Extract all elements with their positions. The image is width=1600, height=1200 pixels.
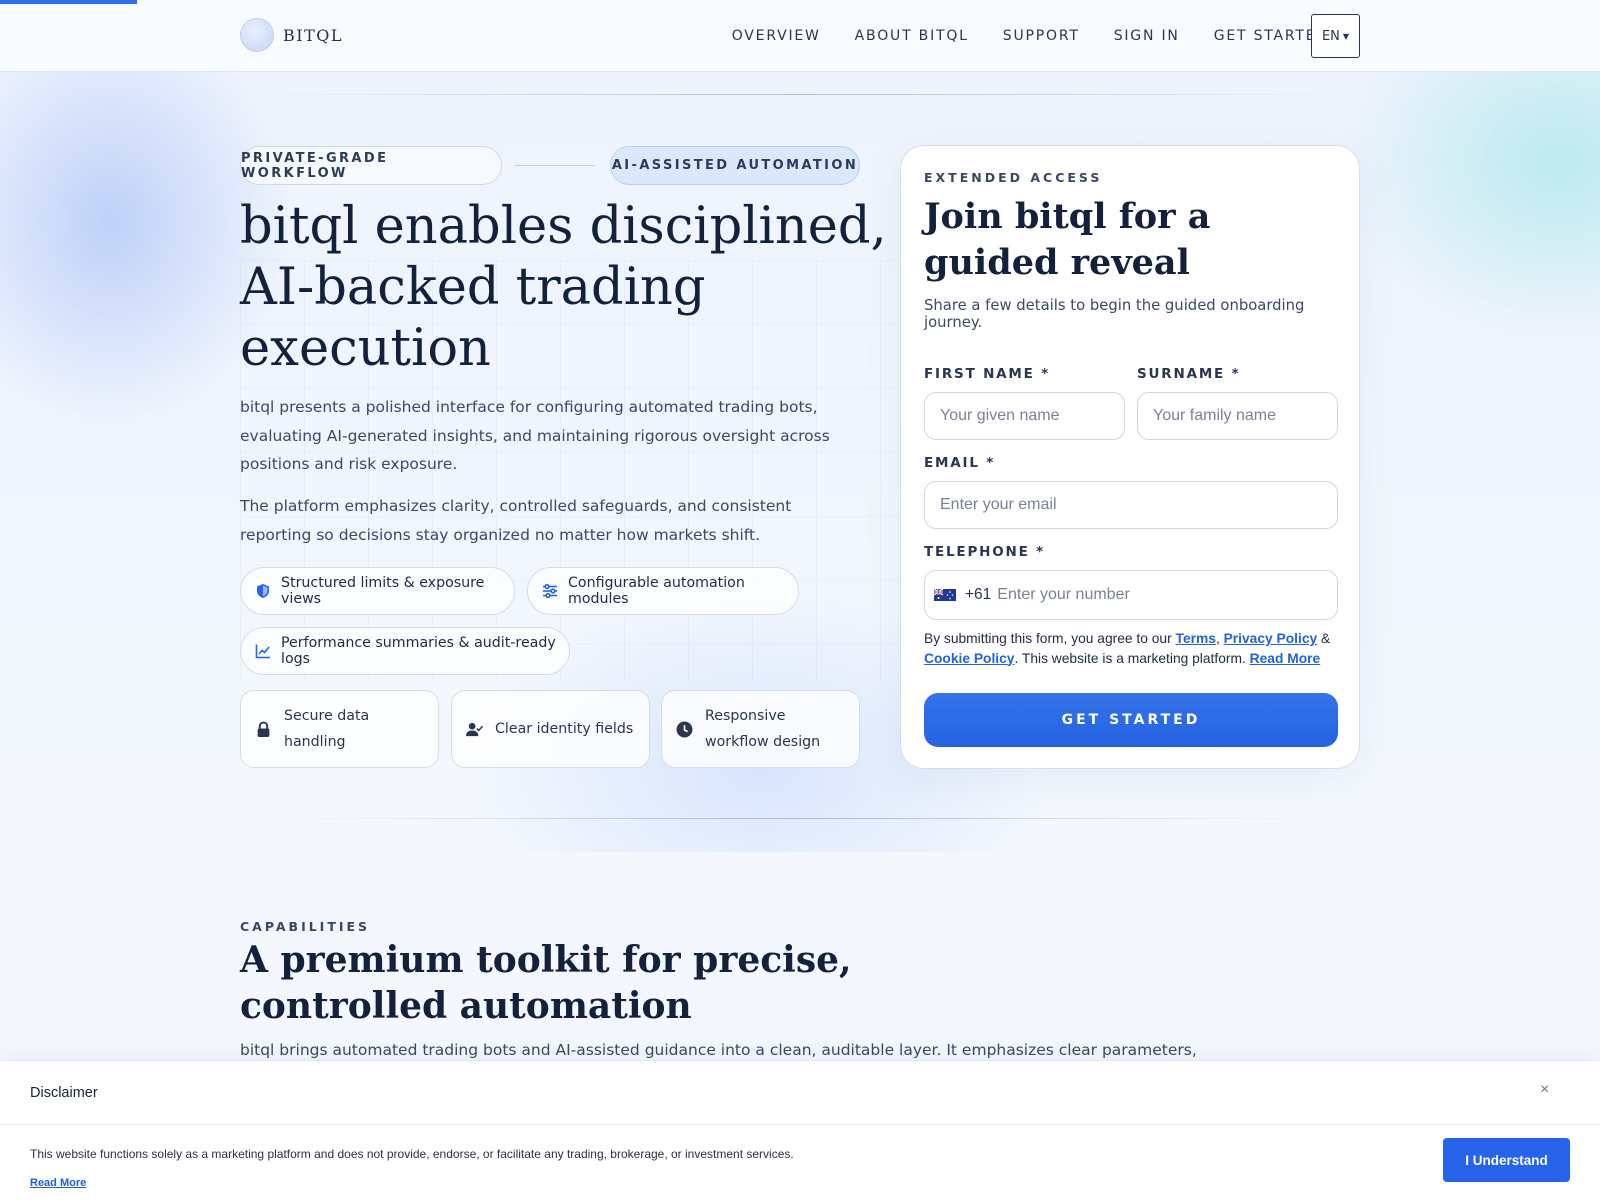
chip-automation-modules: Configurable automation modules [527, 567, 799, 615]
language-selector[interactable]: EN ▼ [1311, 14, 1360, 58]
capabilities-paragraph: bitql brings automated trading bots and … [240, 1041, 1197, 1059]
pill-private-grade: PRIVATE-GRADE WORKFLOW [240, 146, 502, 185]
clock-icon [676, 721, 693, 737]
close-icon[interactable]: × [1540, 1081, 1549, 1099]
top-divider [240, 94, 1360, 95]
chip-structured-limits: Structured limits & exposure views [240, 567, 515, 615]
card-title: Join bitql for a guided reveal [924, 196, 1211, 283]
chart-line-icon [255, 644, 270, 659]
feature-label: Responsive workflow design [705, 708, 821, 750]
disclaimer-text: This website functions solely as a marke… [30, 1147, 794, 1161]
caret-down-icon: ▼ [1342, 31, 1350, 41]
hero-paragraph-2: The platform emphasizes clarity, control… [240, 497, 792, 544]
capabilities-title: A premium toolkit for precise, controlle… [240, 939, 852, 1027]
legal-suffix: . This website is a marketing platform. [1014, 650, 1246, 666]
signup-card: EXTENDED ACCESS Join bitql for a guided … [900, 145, 1360, 769]
surname-input[interactable] [1137, 392, 1338, 440]
legal-prefix: By submitting this form, you agree to ou… [924, 631, 1172, 646]
terms-link[interactable]: Terms [1176, 631, 1216, 646]
brand-logo[interactable]: BITQL [240, 18, 343, 52]
main-nav: OVERVIEW ABOUT BITQL SUPPORT SIGN IN GET… [698, 14, 1329, 58]
chip-label: Performance summaries & audit-ready logs [281, 635, 556, 667]
telephone-field: +61 [924, 570, 1338, 620]
user-check-icon [466, 722, 483, 736]
disclaimer-banner: Disclaimer × This website functions sole… [0, 1060, 1600, 1200]
scroll-progress-bar [0, 0, 137, 4]
feature-secure-data: Secure data handling [240, 690, 439, 768]
lock-icon [257, 721, 270, 737]
chip-label: Structured limits & exposure views [281, 575, 485, 607]
chip-performance-summaries: Performance summaries & audit-ready logs [240, 627, 570, 675]
first-name-input[interactable] [924, 392, 1125, 440]
privacy-policy-link[interactable]: Privacy Policy [1224, 631, 1318, 646]
section-divider [270, 818, 1330, 819]
language-code: EN [1321, 28, 1340, 44]
hero-paragraph-1: bitql presents a polished interface for … [240, 398, 830, 473]
telephone-input[interactable] [997, 586, 1298, 604]
disclaimer-title: Disclaimer [30, 1085, 98, 1101]
dial-code[interactable]: +61 [965, 586, 991, 604]
nav-sign-in[interactable]: SIGN IN [1114, 28, 1180, 44]
disclaimer-header: Disclaimer × [0, 1061, 1600, 1125]
get-started-button[interactable]: GET STARTED [924, 693, 1338, 747]
brand-name: BITQL [283, 25, 343, 45]
site-header: BITQL OVERVIEW ABOUT BITQL SUPPORT SIGN … [0, 0, 1600, 72]
feature-identity-fields: Clear identity fields [451, 690, 650, 768]
telephone-label: TELEPHONE * [924, 544, 1046, 560]
legal-consent: By submitting this form, you agree to ou… [924, 631, 1331, 666]
nav-about[interactable]: ABOUT BITQL [855, 28, 969, 44]
feature-label: Secure data handling [284, 708, 370, 750]
card-subtitle: Share a few details to begin the guided … [924, 297, 1305, 331]
read-more-link[interactable]: Read More [1250, 651, 1321, 666]
nav-support[interactable]: SUPPORT [1003, 28, 1080, 44]
nav-overview[interactable]: OVERVIEW [732, 28, 821, 44]
shield-icon [257, 584, 269, 598]
pill-ai-assisted: AI-ASSISTED AUTOMATION [610, 146, 860, 185]
card-kicker: EXTENDED ACCESS [924, 170, 1103, 185]
sliders-icon [543, 583, 557, 599]
australia-flag-icon[interactable] [934, 589, 956, 601]
hero-title: bitql enables disciplined, AI-backed tra… [240, 197, 887, 378]
cookie-policy-link[interactable]: Cookie Policy [924, 651, 1014, 666]
disclaimer-read-more-link[interactable]: Read More [30, 1177, 86, 1189]
chip-label: Configurable automation modules [568, 575, 745, 607]
first-name-label: FIRST NAME * [924, 366, 1051, 382]
feature-responsive-workflow: Responsive workflow design [661, 690, 860, 768]
email-label: EMAIL * [924, 455, 996, 471]
surname-label: SURNAME * [1137, 366, 1241, 382]
logo-mark-icon [240, 18, 274, 52]
feature-label: Clear identity fields [495, 721, 634, 737]
capabilities-kicker: CAPABILITIES [240, 919, 371, 934]
email-input[interactable] [924, 481, 1338, 529]
pill-connector-line [515, 165, 595, 166]
i-understand-button[interactable]: I Understand [1443, 1138, 1570, 1182]
